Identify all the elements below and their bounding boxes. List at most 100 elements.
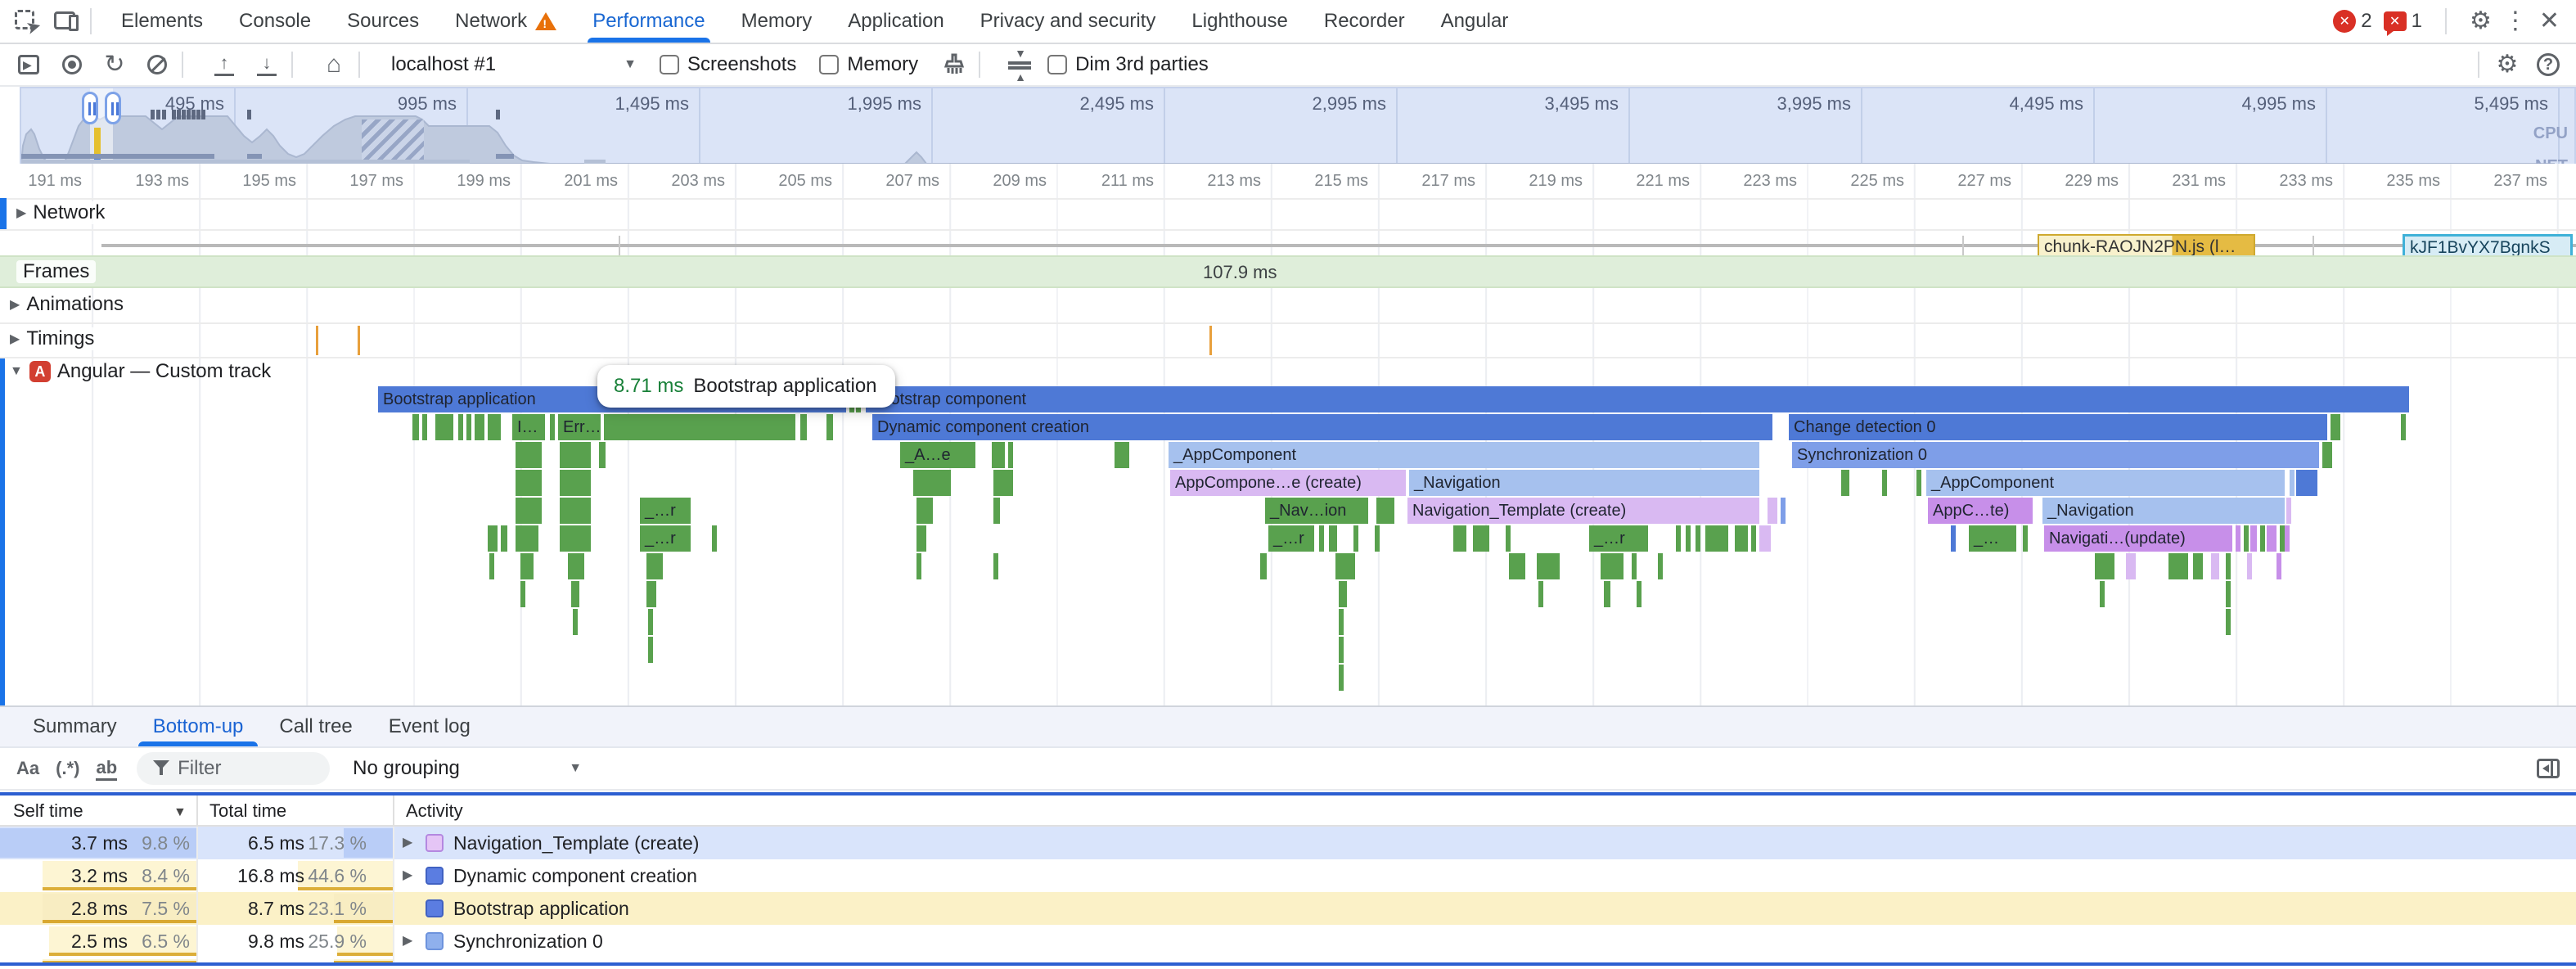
tab-console[interactable]: Console — [221, 0, 329, 43]
flame-bar[interactable] — [648, 637, 653, 663]
flame-bar[interactable]: Navigation_Template (create) — [1407, 498, 1759, 524]
toggle-sidebar-icon[interactable] — [16, 52, 43, 78]
table-row[interactable]: 3.7 ms9.8 %6.5 ms17.3 %▶Navigation_Templ… — [0, 827, 2576, 859]
flame-bar[interactable] — [488, 525, 498, 552]
perf-settings-gear-icon[interactable]: ⚙ — [2494, 52, 2520, 78]
record-icon[interactable] — [59, 52, 85, 78]
flame-bar[interactable] — [2335, 414, 2340, 440]
animations-track[interactable]: ▶Animations — [0, 290, 2576, 322]
flame-bar[interactable] — [1260, 553, 1267, 579]
flame-bar[interactable] — [1916, 470, 1921, 496]
flame-chart[interactable]: Bootstrap applicationBootstrap component… — [0, 386, 2576, 705]
selection-left-handle[interactable] — [82, 92, 98, 124]
tab-angular[interactable]: Angular — [1423, 0, 1527, 43]
flame-bar[interactable] — [435, 414, 453, 440]
flame-bar[interactable] — [516, 525, 538, 552]
flame-bar[interactable] — [2100, 581, 2105, 607]
flame-bar[interactable] — [520, 581, 525, 607]
flame-bar[interactable] — [1768, 498, 1777, 524]
flame-bar[interactable] — [412, 414, 419, 440]
flame-bar[interactable] — [1453, 525, 1466, 552]
flame-bar[interactable] — [2247, 553, 2252, 579]
flame-bar[interactable] — [2226, 581, 2231, 607]
angular-track-header[interactable]: ▼ A Angular — Custom track — [0, 358, 2576, 386]
regex-icon[interactable]: (.*) — [56, 758, 79, 779]
expand-triangle-icon[interactable]: ▶ — [403, 925, 416, 958]
flame-bar[interactable] — [2095, 553, 2114, 579]
flame-bar[interactable] — [2244, 525, 2249, 552]
tab-recorder[interactable]: Recorder — [1306, 0, 1423, 43]
timing-marker[interactable] — [358, 326, 360, 355]
flame-bar[interactable] — [1676, 525, 1681, 552]
flame-bar[interactable] — [571, 581, 579, 607]
flame-bar[interactable]: _Navigation — [1409, 470, 1759, 496]
help-icon[interactable]: ? — [2537, 53, 2560, 76]
flame-bar[interactable] — [1841, 470, 1849, 496]
flame-bar[interactable] — [2193, 553, 2203, 579]
flame-bar[interactable] — [993, 553, 998, 579]
flame-bar[interactable] — [2126, 553, 2136, 579]
flame-bar[interactable]: Change detection 0 — [1789, 414, 2327, 440]
dim-3rd-parties-checkbox[interactable]: Dim 3rd parties — [1047, 53, 1209, 76]
flame-bar[interactable] — [1376, 498, 1394, 524]
flame-bar[interactable] — [466, 414, 471, 440]
clear-icon[interactable] — [144, 52, 170, 78]
target-selector[interactable]: localhost #1▼ — [391, 53, 637, 76]
flame-bar[interactable] — [1319, 525, 1324, 552]
table-row[interactable]: 3.2 ms8.4 %16.8 ms44.6 %▶Dynamic compone… — [0, 859, 2576, 892]
flame-bar[interactable] — [1696, 525, 1700, 552]
table-row[interactable]: 2.5 ms6.5 %9.8 ms25.9 %▶Synchronization … — [0, 925, 2576, 958]
flame-bar[interactable] — [1637, 581, 1642, 607]
flame-bar[interactable] — [1538, 581, 1543, 607]
drawer-tab-event-log[interactable]: Event log — [389, 707, 471, 746]
timing-marker[interactable] — [1209, 326, 1212, 355]
flame-bar[interactable] — [1882, 470, 1887, 496]
flame-bar[interactable] — [993, 470, 1013, 496]
flame-bar[interactable]: AppC…te) — [1928, 498, 2033, 524]
flame-bar[interactable]: I… — [512, 414, 545, 440]
tab-sources[interactable]: Sources — [329, 0, 437, 43]
flame-bar[interactable] — [2277, 553, 2281, 579]
flame-bar[interactable] — [1735, 525, 1748, 552]
flame-bar[interactable] — [1632, 553, 1637, 579]
device-toolbar-icon[interactable] — [52, 8, 79, 34]
error-badge[interactable]: ✕2 — [2333, 10, 2371, 33]
flame-bar[interactable] — [516, 470, 542, 496]
flame-bar[interactable]: _AppComponent — [1926, 470, 2285, 496]
flame-bar[interactable] — [560, 442, 591, 468]
match-case-icon[interactable]: Aa — [16, 758, 39, 779]
flame-bar[interactable] — [560, 470, 591, 496]
garbage-collect-icon[interactable] — [941, 52, 967, 78]
overview-strip[interactable]: 495 ms995 ms1,495 ms1,995 ms2,495 ms2,99… — [20, 87, 2576, 164]
flame-bar[interactable] — [422, 414, 427, 440]
flame-bar[interactable] — [1759, 525, 1771, 552]
flame-bar[interactable] — [712, 525, 717, 552]
drawer-tab-bottom-up[interactable]: Bottom-up — [153, 707, 244, 746]
flame-bar[interactable] — [2290, 470, 2295, 496]
flame-bar[interactable] — [2286, 498, 2291, 524]
flame-bar[interactable]: _Nav…ion — [1265, 498, 1368, 524]
tab-performance[interactable]: Performance — [574, 0, 723, 43]
flame-bar[interactable] — [604, 414, 795, 440]
flame-bar[interactable] — [550, 414, 555, 440]
col-self-time[interactable]: Self time — [13, 800, 83, 822]
collapse-tracks-icon[interactable]: ▼▲ — [1008, 52, 1031, 78]
dim-3rd-parties-input[interactable] — [1047, 55, 1067, 74]
flame-bar[interactable] — [1375, 525, 1380, 552]
flame-bar[interactable] — [646, 553, 663, 579]
collapse-triangle-icon[interactable]: ▼ — [10, 364, 23, 379]
tab-memory[interactable]: Memory — [723, 0, 831, 43]
flame-bar[interactable] — [1008, 442, 1013, 468]
filter-pill[interactable] — [137, 752, 330, 785]
inspect-icon[interactable]: ➤ — [13, 8, 39, 34]
expand-triangle-icon[interactable]: ▶ — [16, 205, 26, 221]
flame-bar[interactable] — [2211, 553, 2219, 579]
flame-bar[interactable] — [826, 414, 833, 440]
timing-marker[interactable] — [316, 326, 318, 355]
flame-bar[interactable] — [560, 525, 591, 552]
flame-bar[interactable]: _AppComponent — [1169, 442, 1759, 468]
flame-bar[interactable] — [648, 609, 653, 635]
memory-checkbox[interactable]: Memory — [819, 53, 918, 76]
flame-bar[interactable] — [1781, 498, 1786, 524]
flame-bar[interactable] — [993, 498, 1000, 524]
